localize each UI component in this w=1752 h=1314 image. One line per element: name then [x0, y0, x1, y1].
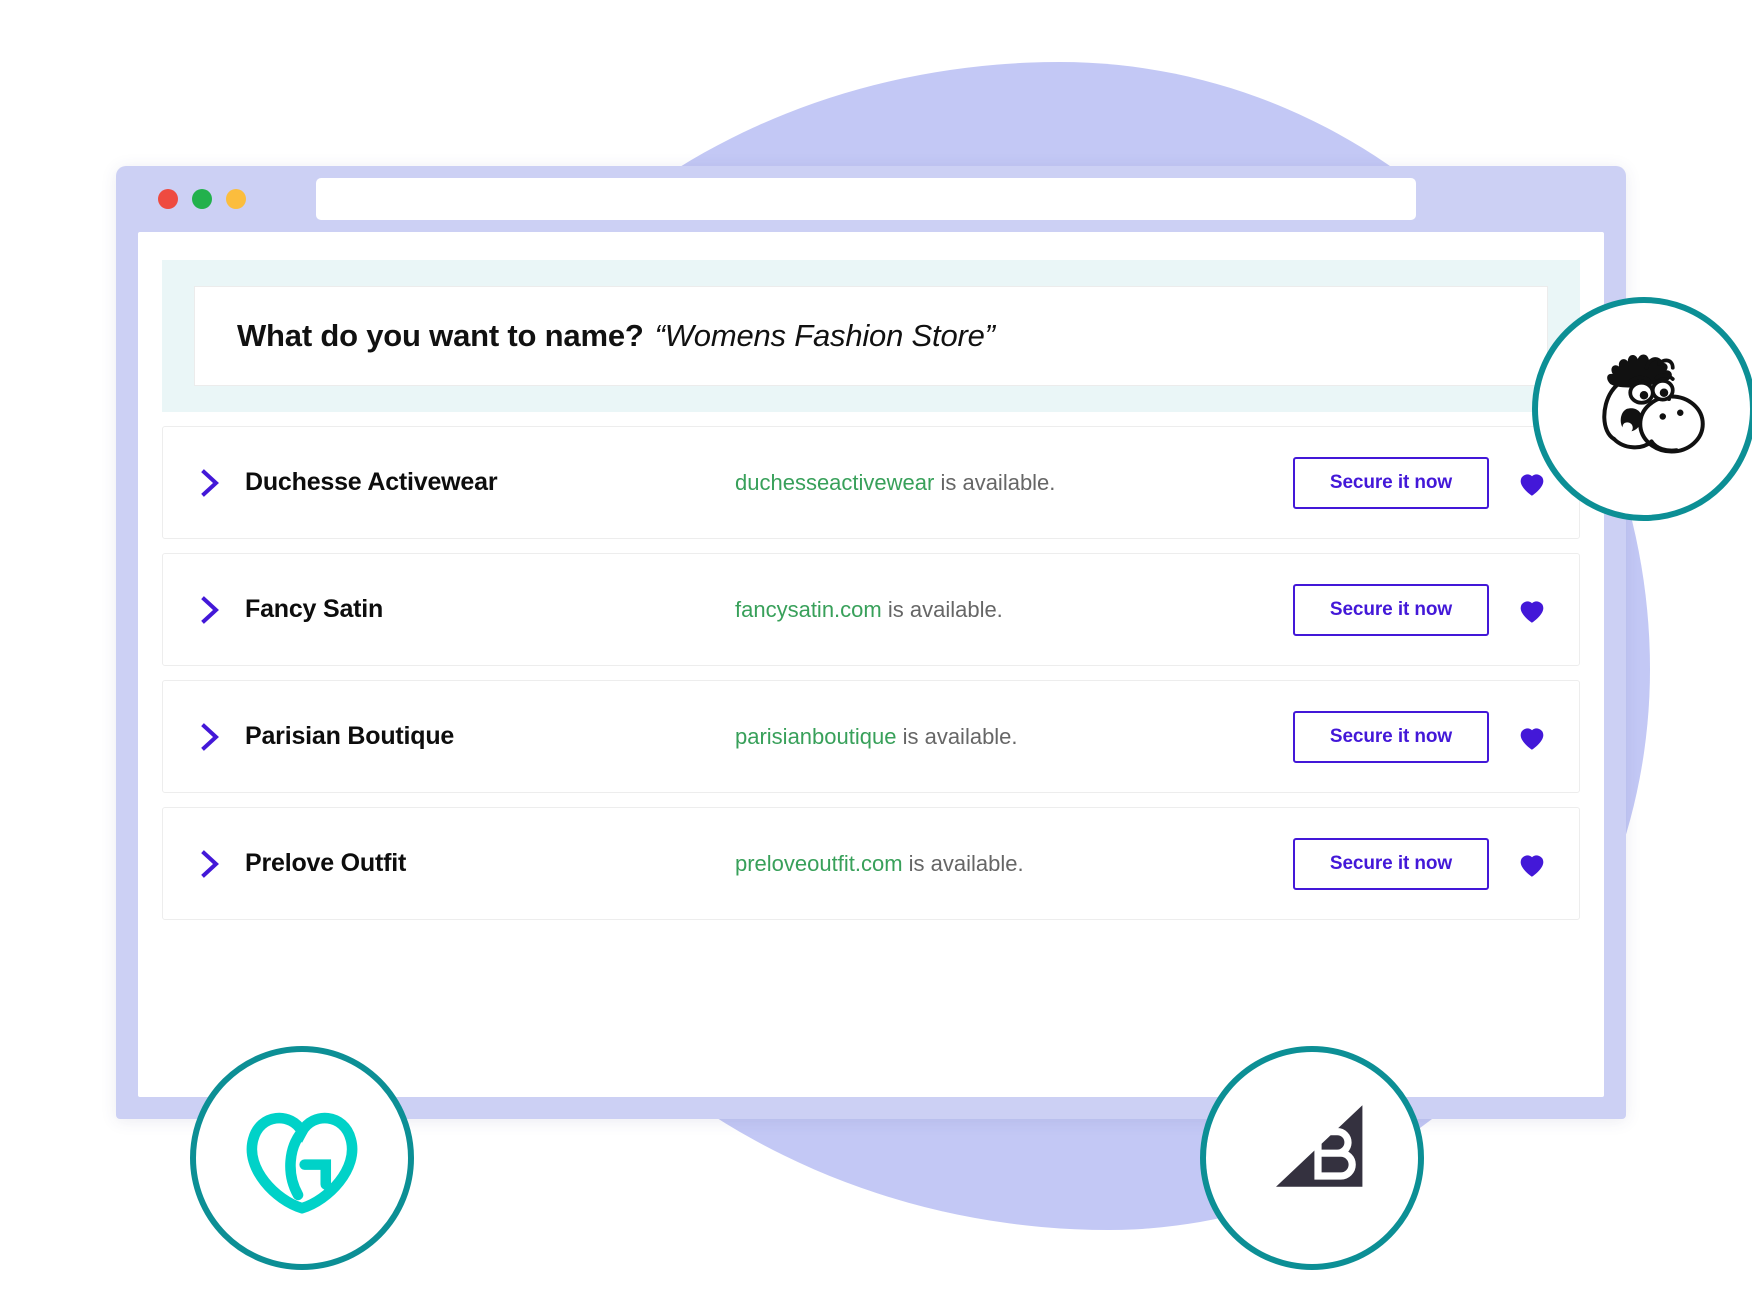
- browser-window: What do you want to name? “Womens Fashio…: [116, 166, 1626, 1119]
- query-banner: What do you want to name? “Womens Fashio…: [162, 260, 1580, 412]
- close-dot[interactable]: [158, 189, 178, 209]
- heart-icon[interactable]: [1515, 466, 1549, 500]
- query-card: What do you want to name? “Womens Fashio…: [194, 286, 1548, 386]
- chevron-right-icon[interactable]: [201, 849, 223, 878]
- availability-text: preloveoutfit.com is available.: [735, 851, 1293, 877]
- domain-name: fancysatin.com: [735, 596, 882, 622]
- secure-it-now-button[interactable]: Secure it now: [1293, 837, 1489, 890]
- chevron-right-icon[interactable]: [201, 722, 223, 751]
- query-question: What do you want to name?: [237, 318, 644, 353]
- secure-it-now-button[interactable]: Secure it now: [1293, 710, 1489, 763]
- mascot-badge: [1532, 297, 1752, 521]
- donkey-mascot-icon: [1602, 354, 1705, 454]
- domain-name: duchesseactivewear: [735, 469, 935, 495]
- availability-suffix: is available.: [896, 723, 1018, 749]
- domain-name: preloveoutfit.com: [735, 850, 903, 876]
- bigcommerce-logo-icon: [1276, 1105, 1363, 1187]
- domain-name: parisianboutique: [735, 723, 897, 749]
- godaddy-logo-icon: [246, 1112, 358, 1214]
- availability-text: parisianboutique is available.: [735, 724, 1293, 750]
- result-row[interactable]: Duchesse Activewear duchesseactivewear i…: [162, 426, 1580, 539]
- availability-suffix: is available.: [934, 469, 1056, 495]
- browser-viewport: What do you want to name? “Womens Fashio…: [138, 232, 1604, 1097]
- maximize-dot[interactable]: [226, 189, 246, 209]
- query-term: “Womens Fashion Store”: [654, 318, 995, 353]
- availability-text: duchesseactivewear is available.: [735, 470, 1293, 496]
- bigcommerce-badge: [1200, 1046, 1424, 1270]
- availability-suffix: is available.: [902, 850, 1024, 876]
- window-controls: [158, 189, 246, 209]
- secure-it-now-button[interactable]: Secure it now: [1293, 456, 1489, 509]
- chevron-right-icon[interactable]: [201, 468, 223, 497]
- heart-icon[interactable]: [1515, 593, 1549, 627]
- secure-it-now-button[interactable]: Secure it now: [1293, 583, 1489, 636]
- suggested-name: Fancy Satin: [245, 595, 384, 623]
- chevron-right-icon[interactable]: [201, 595, 223, 624]
- suggested-name: Duchesse Activewear: [245, 468, 498, 496]
- minimize-dot[interactable]: [192, 189, 212, 209]
- result-row[interactable]: Fancy Satin fancysatin.com is available.…: [162, 553, 1580, 666]
- heart-icon[interactable]: [1515, 847, 1549, 881]
- suggested-name: Parisian Boutique: [245, 722, 455, 750]
- suggested-name: Prelove Outfit: [245, 849, 407, 877]
- result-row[interactable]: Prelove Outfit preloveoutfit.com is avai…: [162, 807, 1580, 920]
- godaddy-badge: [190, 1046, 414, 1270]
- screenshot-root: What do you want to name? “Womens Fashio…: [0, 0, 1752, 1314]
- address-bar[interactable]: [316, 178, 1416, 220]
- availability-suffix: is available.: [881, 596, 1003, 622]
- results-list: Duchesse Activewear duchesseactivewear i…: [138, 412, 1604, 920]
- result-row[interactable]: Parisian Boutique parisianboutique is av…: [162, 680, 1580, 793]
- browser-chrome: [116, 166, 1626, 232]
- availability-text: fancysatin.com is available.: [735, 597, 1293, 623]
- heart-icon[interactable]: [1515, 720, 1549, 754]
